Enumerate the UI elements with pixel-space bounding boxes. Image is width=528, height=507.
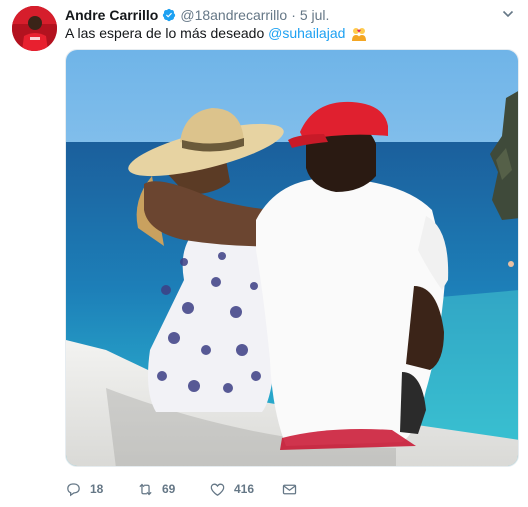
- verified-badge-icon: [163, 8, 176, 22]
- like-button[interactable]: 416: [209, 481, 281, 498]
- handle[interactable]: @18andrecarrillo: [180, 7, 287, 23]
- mention-link[interactable]: @suhailajad: [268, 25, 345, 41]
- envelope-icon: [282, 484, 297, 494]
- tweet-text: A las espera de lo más deseado @suhailaj…: [65, 24, 367, 42]
- heart-icon: [210, 483, 225, 496]
- photo-couple-by-sea: [66, 50, 518, 466]
- tweet-date[interactable]: 5 jul.: [300, 7, 330, 23]
- tweet-photo[interactable]: [65, 49, 519, 467]
- direct-message-button[interactable]: [281, 481, 306, 498]
- retweet-icon: [139, 483, 152, 495]
- separator-dot: ·: [291, 7, 296, 23]
- avatar-image: [12, 6, 57, 51]
- reply-icon: [67, 482, 80, 496]
- retweet-count: 69: [162, 482, 176, 496]
- display-name[interactable]: Andre Carrillo: [65, 7, 158, 23]
- tweet-body: A las espera de lo más deseado: [65, 25, 269, 41]
- reply-count: 18: [90, 482, 104, 496]
- avatar[interactable]: [12, 6, 57, 51]
- reply-button[interactable]: 18: [65, 481, 137, 498]
- couple-with-heart-emoji-icon: [352, 28, 367, 41]
- retweet-button[interactable]: 69: [137, 481, 209, 498]
- chevron-down-icon[interactable]: [502, 8, 514, 20]
- tweet-header: Andre Carrillo @18andrecarrillo · 5 jul.: [65, 6, 498, 24]
- tweet[interactable]: Andre Carrillo @18andrecarrillo · 5 jul.…: [0, 0, 528, 507]
- like-count: 416: [234, 482, 255, 496]
- tweet-actions: 18 69 416: [65, 478, 306, 500]
